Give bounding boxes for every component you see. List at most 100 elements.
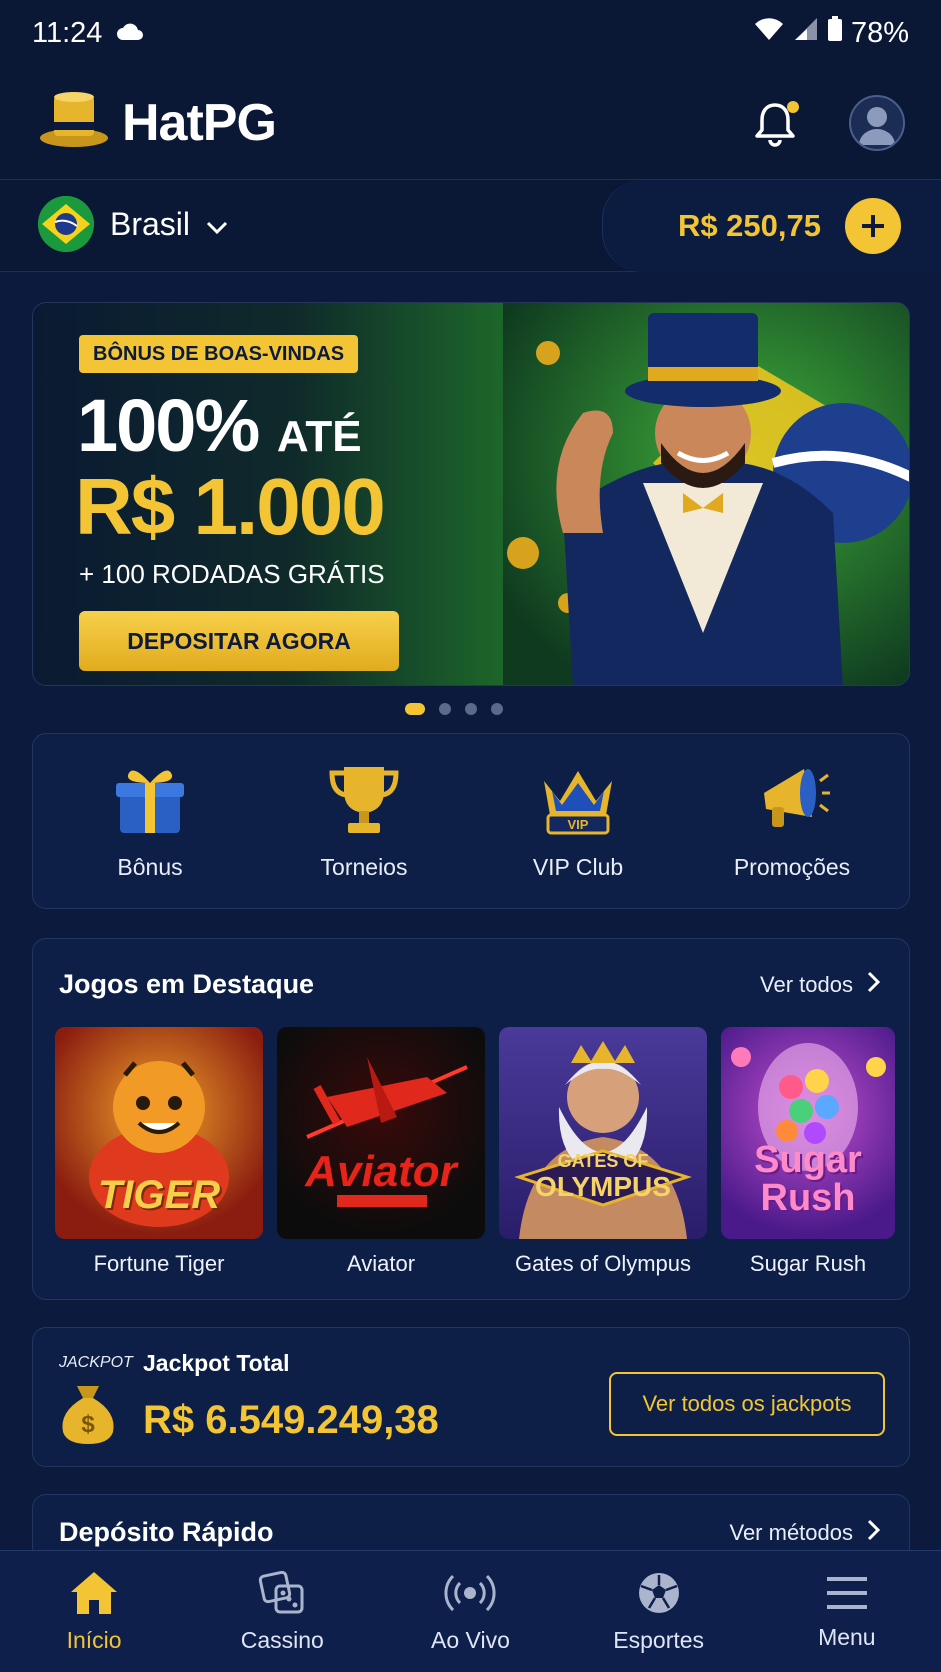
nav-label: Ao Vivo [431, 1626, 510, 1653]
hatpg-logo[interactable]: HatPG [38, 90, 277, 155]
shortcut-label: Promoções [733, 854, 851, 880]
game-title: Aviator [346, 1251, 416, 1276]
nav-menu[interactable]: Menu [757, 1573, 937, 1651]
banner-ate: ATÉ [276, 412, 362, 461]
megaphone-icon [752, 761, 832, 842]
trophy-icon [326, 761, 402, 842]
bell-icon [751, 102, 799, 151]
game-logo-text: OLYMPUS [535, 1171, 671, 1202]
hamburger-menu-icon [825, 1573, 869, 1618]
status-time: 11:24 [32, 16, 103, 49]
logo-hat-text: Hat [122, 93, 204, 152]
game-title: Fortune Tiger [93, 1251, 225, 1276]
brazil-flag-icon [38, 196, 94, 252]
shortcut-label: VIP Club [532, 854, 624, 880]
game-logo-text: Sugar [754, 1139, 862, 1181]
section-title: Depósito Rápido [59, 1517, 274, 1547]
nav-sports[interactable]: Esportes [569, 1570, 749, 1654]
see-all-jackpots-button[interactable]: Ver todos os jackpots [609, 1372, 885, 1436]
battery-percent: 78% [850, 16, 909, 49]
chevron-right-icon [867, 1519, 881, 1547]
banner-free-spins: + 100 RODADAS GRÁTIS [79, 559, 385, 589]
see-all-label: Ver todos [760, 972, 853, 997]
deposit-now-button[interactable]: DEPOSITAR AGORA [79, 611, 399, 671]
svg-text:VIP: VIP [568, 817, 589, 832]
status-bar: 11:24 78% [0, 0, 941, 66]
dice-icon [258, 1570, 306, 1621]
notification-dot [787, 100, 799, 113]
welcome-bonus-banner[interactable]: BÔNUS DE BOAS-VINDAS 100% ATÉ R$ 1.000 +… [32, 302, 910, 686]
bonus-badge: BÔNUS DE BOAS-VINDAS [79, 335, 359, 373]
game-card-sugar-rush[interactable]: Sugar Rush Sugar Rush [721, 1027, 895, 1277]
banner-amount: R$ 1.000 [75, 462, 386, 551]
region-selector[interactable]: Brasil [38, 196, 228, 252]
nav-label: Cassino [240, 1626, 324, 1653]
shortcut-vip-club[interactable]: VIP VIP Club [478, 761, 678, 881]
nav-home[interactable]: Início [4, 1570, 184, 1654]
carousel-dot[interactable] [439, 703, 451, 715]
logo-wordmark: HatPG [122, 93, 277, 153]
gift-icon [112, 761, 188, 842]
region-balance-bar: Brasil R$ 250,75 [0, 180, 941, 272]
game-card-gates-of-olympus[interactable]: GATES OF OLYMPUS Gates of Olympus [499, 1027, 707, 1277]
nav-live[interactable]: Ao Vivo [380, 1570, 560, 1654]
cloud-icon [116, 17, 144, 50]
balance-amount: R$ 250,75 [677, 208, 821, 243]
shortcut-promotions[interactable]: Promoções [692, 761, 892, 881]
shortcut-label: Bônus [117, 854, 183, 880]
game-thumbnail: GATES OF OLYMPUS [499, 1027, 707, 1239]
balance-display: R$ 250,75 [602, 180, 941, 272]
notifications-button[interactable] [751, 99, 799, 147]
game-title: Sugar Rush [749, 1251, 867, 1276]
see-all-games-link[interactable]: Ver todos [760, 971, 881, 999]
home-icon [69, 1570, 119, 1621]
profile-avatar-button[interactable] [849, 94, 905, 151]
section-title: Jogos em Destaque [59, 969, 315, 999]
games-carousel: TIGER Fortune Tiger Aviator Aviator GATE… [55, 1027, 895, 1277]
game-card-aviator[interactable]: Aviator Aviator [277, 1027, 485, 1277]
game-title: Gates of Olympus [514, 1251, 692, 1276]
jackpot-brand-logo: JACKPOT [59, 1354, 133, 1371]
mascot-illustration [503, 303, 909, 685]
game-logo-text: Rush [760, 1177, 856, 1219]
nav-label: Menu [818, 1623, 876, 1650]
live-broadcast-icon [444, 1570, 497, 1621]
bottom-navigation: Início Cassino Ao Vivo Esportes Menu [0, 1550, 941, 1672]
carousel-dot[interactable] [465, 703, 477, 715]
featured-games-section: Jogos em Destaque Ver todos TIGER Fortun… [32, 938, 910, 1300]
shortcut-tournaments[interactable]: Torneios [264, 761, 464, 881]
plus-icon [859, 204, 887, 248]
game-thumbnail: Aviator [277, 1027, 485, 1239]
svg-text:$: $ [81, 1411, 95, 1438]
add-funds-button[interactable] [845, 198, 901, 254]
app-header: HatPG [0, 66, 941, 180]
carousel-pagination [405, 703, 503, 715]
region-name: Brasil [110, 205, 191, 242]
money-bag-icon: $ [57, 1382, 119, 1451]
game-logo-text: GATES OF [557, 1151, 649, 1171]
banner-percent: 100% [77, 384, 260, 467]
carousel-dot[interactable] [405, 703, 425, 715]
game-card-fortune-tiger[interactable]: TIGER Fortune Tiger [55, 1027, 263, 1277]
jackpot-amount: R$ 6.549.249,38 [143, 1398, 439, 1442]
game-thumbnail: TIGER [55, 1027, 263, 1239]
top-hat-icon [38, 90, 110, 155]
shortcut-bonus[interactable]: Bônus [50, 761, 250, 881]
nav-casino[interactable]: Cassino [192, 1570, 372, 1654]
carousel-dot[interactable] [491, 703, 503, 715]
user-icon [851, 106, 903, 149]
jackpot-label: Jackpot Total [143, 1350, 290, 1376]
soccer-ball-icon [635, 1570, 683, 1621]
see-methods-link[interactable]: Ver métodos [729, 1519, 881, 1547]
game-thumbnail: Sugar Rush [721, 1027, 895, 1239]
banner-headline: 100% ATÉ [77, 383, 362, 468]
game-logo-text: TIGER [97, 1173, 221, 1217]
wifi-icon [753, 16, 785, 50]
battery-icon [827, 16, 843, 50]
shortcut-label: Torneios [320, 854, 408, 880]
chevron-down-icon [206, 206, 228, 243]
signal-icon [793, 16, 819, 50]
logo-pg-text: PG [202, 93, 277, 152]
see-methods-label: Ver métodos [729, 1520, 853, 1545]
game-logo-text: Aviator [305, 1147, 457, 1196]
